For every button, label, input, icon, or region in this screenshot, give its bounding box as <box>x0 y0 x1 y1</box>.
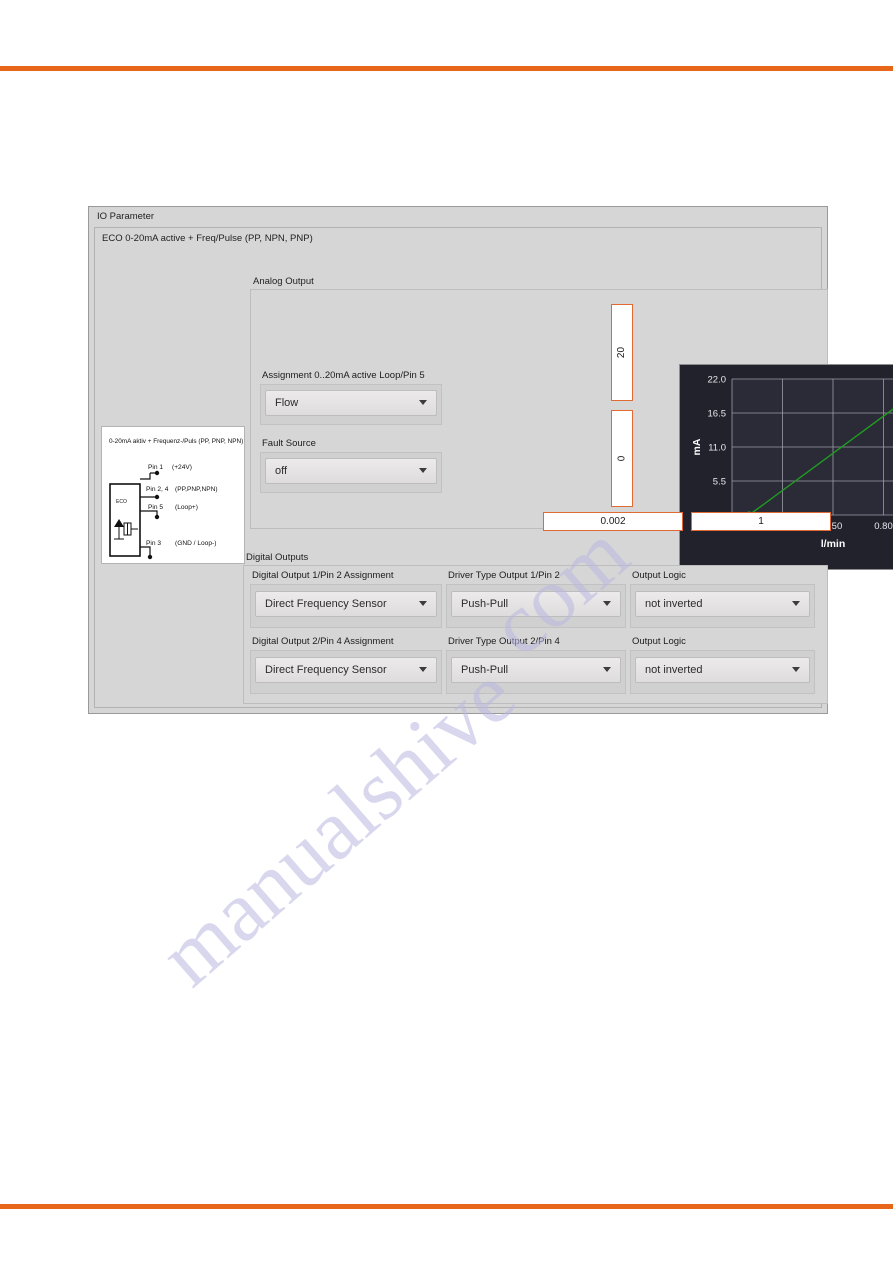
digital-output-1-assignment-label: Digital Output 1/Pin 2 Assignment <box>252 570 394 581</box>
driver-type-1-select[interactable]: Push-Pull <box>451 591 621 617</box>
fault-source-value: off <box>275 465 288 477</box>
driver-type-1-cell: Driver Type Output 1/Pin 2 Push-Pull <box>446 570 626 634</box>
chevron-down-icon <box>787 666 809 674</box>
output-logic-1-well: not inverted <box>630 584 815 628</box>
output-logic-2-cell: Output Logic not inverted <box>630 636 815 700</box>
digital-outputs-group-label: Digital Outputs <box>246 552 309 563</box>
digital-output-2-assignment-value: Direct Frequency Sensor <box>265 663 387 676</box>
chevron-down-icon <box>414 399 436 407</box>
eco-config-frame: ECO 0-20mA active + Freq/Pulse (PP, NPN,… <box>94 227 893 708</box>
analog-output-group-label: Analog Output <box>253 276 314 287</box>
digital-output-2-assignment-label: Digital Output 2/Pin 4 Assignment <box>252 635 394 647</box>
digital-outputs-box: Digital Output 1/Pin 2 Assignment Direct… <box>243 565 828 704</box>
svg-text:5.5: 5.5 <box>713 477 726 488</box>
chevron-down-icon <box>598 600 620 608</box>
svg-text:Pin 5: Pin 5 <box>148 504 163 511</box>
range-max-input[interactable]: 1 <box>691 512 831 531</box>
scale-high-input[interactable]: 20 <box>611 304 633 401</box>
assignment-label: Assignment 0..20mA active Loop/Pin 5 <box>262 370 425 381</box>
driver-type-2-cell: Driver Type Output 2/Pin 4 Push-Pull <box>446 636 626 700</box>
range-min-input[interactable]: 0.002 <box>543 512 683 531</box>
range-min-value: 0.002 <box>600 516 626 527</box>
top-accent-rule <box>0 66 893 71</box>
driver-type-2-label: Driver Type Output 2/Pin 4 <box>448 635 560 647</box>
driver-type-2-select[interactable]: Push-Pull <box>451 656 621 683</box>
analog-output-box: Assignment 0..20mA active Loop/Pin 5 Flo… <box>250 289 893 570</box>
scale-high-value: 20 <box>616 346 628 359</box>
output-logic-2-well: not inverted <box>630 649 815 694</box>
bottom-accent-rule <box>0 1204 893 1209</box>
digital-outputs-group: Digital Outputs Digital Output 1/Pin 2 A… <box>243 552 828 704</box>
output-logic-1-label: Output Logic <box>632 570 686 581</box>
digital-output-1-assignment-well: Direct Frequency Sensor <box>250 584 442 628</box>
output-logic-2-label: Output Logic <box>632 635 686 647</box>
analog-output-group: Analog Output Assignment 0..20mA active … <box>250 276 893 570</box>
driver-type-1-label: Driver Type Output 1/Pin 2 <box>448 570 560 581</box>
pin-wiring-diagram: 0-20mA aktiv + Frequenz-/Puls (PP, PNP, … <box>101 426 245 564</box>
svg-text:22.0: 22.0 <box>708 375 727 386</box>
chevron-down-icon <box>414 600 436 608</box>
scale-low-input[interactable]: 0 <box>611 410 633 507</box>
svg-text:(Loop+): (Loop+) <box>175 504 198 511</box>
digital-output-1-assignment-value: Direct Frequency Sensor <box>265 598 387 610</box>
output-logic-2-value: not inverted <box>645 663 703 676</box>
svg-text:(GND / Loop-): (GND / Loop-) <box>175 540 216 547</box>
assignment-field-block: Assignment 0..20mA active Loop/Pin 5 Flo… <box>260 370 442 425</box>
digital-output-2-assignment-select[interactable]: Direct Frequency Sensor <box>255 656 437 683</box>
svg-text:Pin 3: Pin 3 <box>146 540 161 547</box>
svg-text:mA: mA <box>691 438 703 455</box>
driver-type-2-well: Push-Pull <box>446 649 626 694</box>
digital-output-2-assignment-cell: Digital Output 2/Pin 4 Assignment Direct… <box>250 636 442 700</box>
svg-text:11.0: 11.0 <box>708 443 726 454</box>
driver-type-1-value: Push-Pull <box>461 598 509 610</box>
scale-low-value: 0 <box>616 455 628 462</box>
digital-output-2-assignment-well: Direct Frequency Sensor <box>250 649 442 694</box>
svg-text:Pin 2, 4: Pin 2, 4 <box>146 486 169 493</box>
output-logic-1-cell: Output Logic not inverted <box>630 570 815 634</box>
eco-config-title: ECO 0-20mA active + Freq/Pulse (PP, NPN,… <box>102 233 313 244</box>
fault-source-label: Fault Source <box>262 438 316 449</box>
svg-text:l/min: l/min <box>821 538 846 550</box>
chevron-down-icon <box>787 600 809 608</box>
svg-text:0.80: 0.80 <box>874 521 893 532</box>
svg-text:16.5: 16.5 <box>708 409 727 420</box>
io-parameter-panel: IO Parameter ECO 0-20mA active + Freq/Pu… <box>88 206 893 714</box>
pin-diagram-device-label: ECO <box>116 499 127 505</box>
output-logic-2-select[interactable]: not inverted <box>635 656 810 683</box>
chevron-down-icon <box>598 666 620 674</box>
assignment-value: Flow <box>275 397 299 409</box>
range-max-value: 1 <box>758 516 764 527</box>
assignment-well: Flow <box>260 384 442 425</box>
driver-type-1-well: Push-Pull <box>446 584 626 628</box>
svg-text:(PP,PNP,NPN): (PP,PNP,NPN) <box>175 486 218 493</box>
fault-source-select[interactable]: off <box>265 458 437 484</box>
assignment-select[interactable]: Flow <box>265 390 437 416</box>
digital-output-1-assignment-cell: Digital Output 1/Pin 2 Assignment Direct… <box>250 570 442 634</box>
chevron-down-icon <box>414 666 436 674</box>
fault-source-field-block: Fault Source off <box>260 438 442 493</box>
io-parameter-title: IO Parameter <box>97 211 155 222</box>
pin-wiring-diagram-graphic: 0-20mA aktiv + Frequenz-/Puls (PP, PNP, … <box>109 438 243 560</box>
fault-source-well: off <box>260 452 442 493</box>
output-logic-1-select[interactable]: not inverted <box>635 591 810 617</box>
driver-type-2-value: Push-Pull <box>461 663 509 676</box>
analog-transfer-chart: 0.05.511.016.522.0-0.100.200.500.801.10l… <box>679 364 893 570</box>
digital-output-1-assignment-select[interactable]: Direct Frequency Sensor <box>255 591 437 617</box>
svg-text:Pin 1: Pin 1 <box>148 464 163 471</box>
svg-text:(+24V): (+24V) <box>172 464 192 471</box>
pin-diagram-heading: 0-20mA aktiv + Frequenz-/Puls (PP, PNP, … <box>109 438 243 445</box>
output-logic-1-value: not inverted <box>645 598 703 610</box>
analog-transfer-chart-svg: 0.05.511.016.522.0-0.100.200.500.801.10l… <box>680 365 893 569</box>
digital-outputs-grid: Digital Output 1/Pin 2 Assignment Direct… <box>250 570 821 699</box>
chevron-down-icon <box>414 467 436 475</box>
